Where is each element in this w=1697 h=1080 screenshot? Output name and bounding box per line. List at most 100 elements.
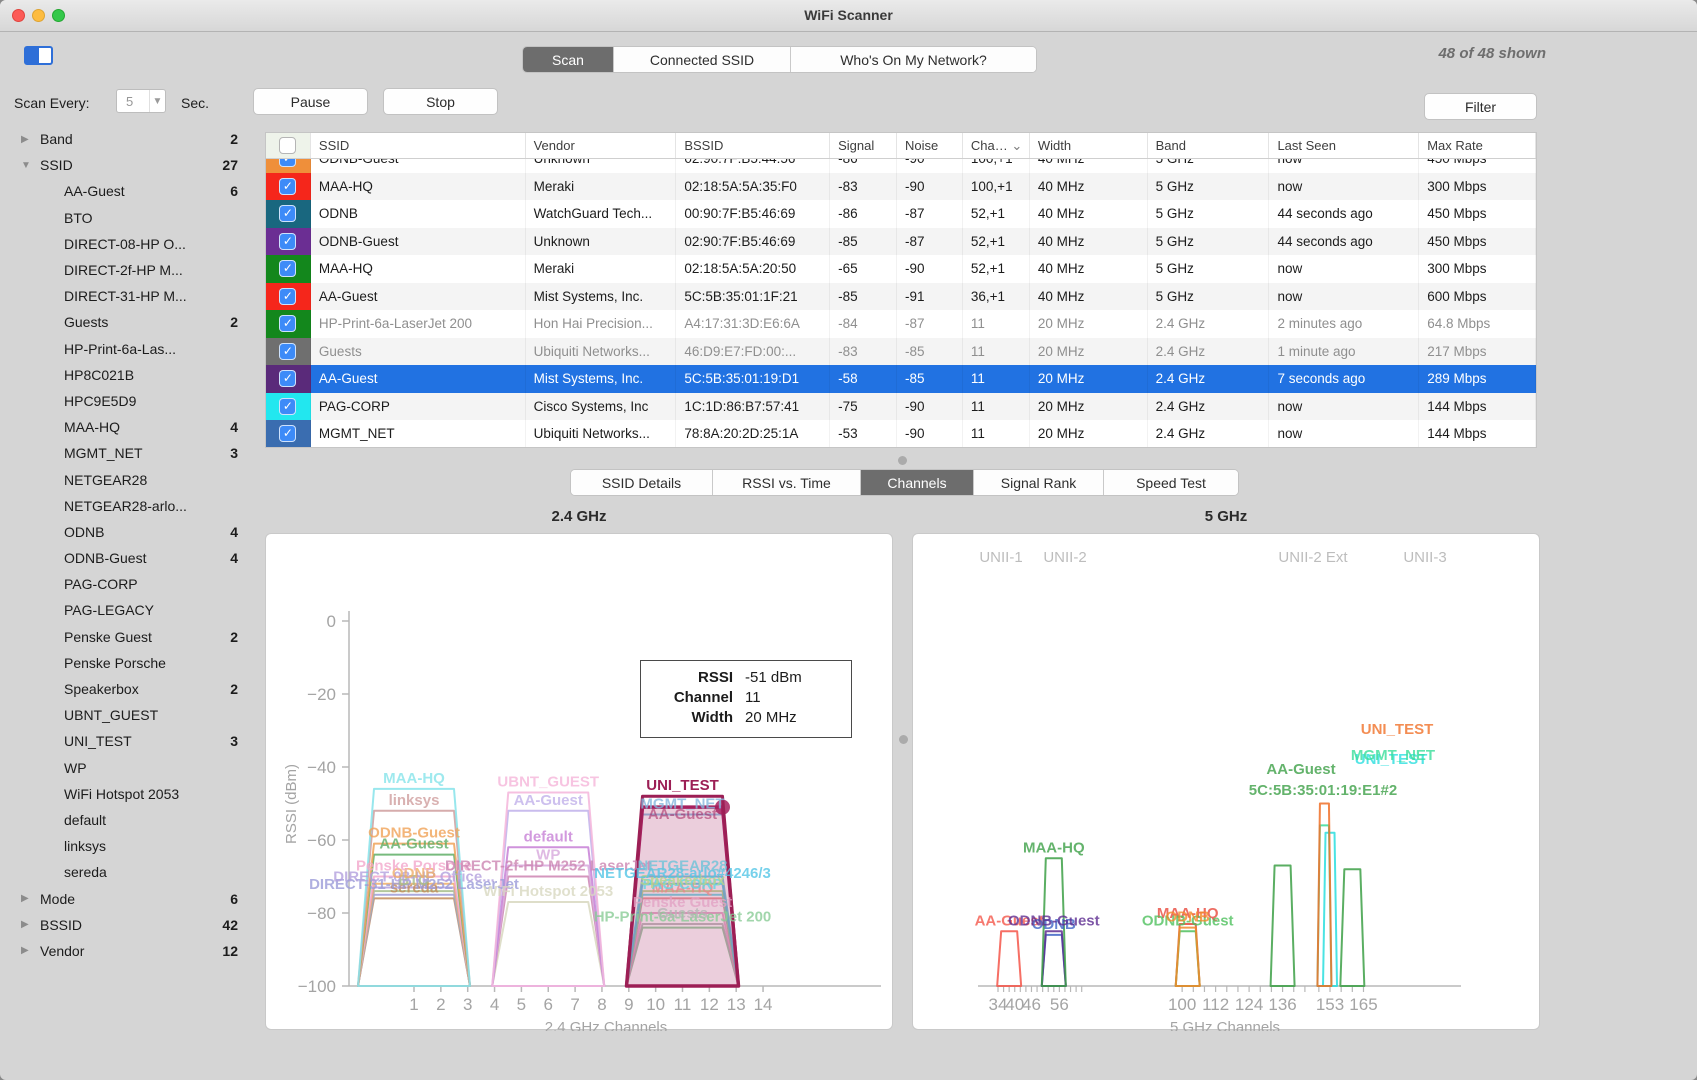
sidebar-item-pag-corp[interactable]: PAG-CORP xyxy=(0,571,262,597)
cell-bssid: 02:18:5A:5A:35:F0 xyxy=(676,172,831,200)
network-shape-bto[interactable] xyxy=(357,890,471,987)
sidebar-item-aa-guest[interactable]: AA-Guest 6 xyxy=(0,178,262,204)
sidebar-item-direct-31-hp-m-[interactable]: DIRECT-31-HP M... xyxy=(0,283,262,309)
detail-tab-signal-rank[interactable]: Signal Rank xyxy=(974,470,1104,495)
detail-tab-ssid-details[interactable]: SSID Details xyxy=(571,470,713,495)
row-checkbox[interactable]: ✓ xyxy=(279,287,297,305)
disclosure-triangle-icon[interactable]: ▶ xyxy=(21,919,33,930)
sidebar-item-band[interactable]: ▶ Band 2 xyxy=(0,126,262,152)
sidebar-item-maa-hq[interactable]: MAA-HQ 4 xyxy=(0,414,262,440)
tab-scan[interactable]: Scan xyxy=(523,47,614,72)
filter-button[interactable]: Filter xyxy=(1424,93,1537,120)
network-shape-aa-guest[interactable] xyxy=(996,930,1023,987)
sidebar-item-penske-guest[interactable]: Penske Guest 2 xyxy=(0,624,262,650)
network-shape-wifi-hotspot-2053[interactable] xyxy=(491,901,606,987)
scan-interval-select[interactable]: 5 ▼ xyxy=(116,89,166,113)
disclosure-triangle-icon[interactable]: ▶ xyxy=(21,134,33,145)
tab-connected-ssid[interactable]: Connected SSID xyxy=(614,47,791,72)
tab-who-s-on-my-network-[interactable]: Who's On My Network? xyxy=(791,47,1036,72)
column-header-vendor[interactable]: Vendor xyxy=(526,133,677,158)
sidebar-item-ubnt-guest[interactable]: UBNT_GUEST xyxy=(0,702,262,728)
sidebar-item-direct-2f-hp-m-[interactable]: DIRECT-2f-HP M... xyxy=(0,257,262,283)
sidebar-item-hp-print-6a-las-[interactable]: HP-Print-6a-Las... xyxy=(0,336,262,362)
table-row[interactable]: ✓ ODNB-GuestUnknown02:90:7F:B5:44:56-86-9… xyxy=(266,159,1536,173)
network-shape-odnb-guest[interactable] xyxy=(1040,930,1067,987)
row-checkbox[interactable]: ✓ xyxy=(279,397,297,415)
row-checkbox[interactable]: ✓ xyxy=(279,370,297,388)
table-row[interactable]: ✓ MGMT_NET Ubiquiti Networks... 78:8A:20:2D… xyxy=(266,420,1536,447)
x-tick-label: 11 xyxy=(674,995,692,1014)
disclosure-triangle-icon[interactable]: ▼ xyxy=(21,160,33,171)
sidebar-item-odnb-guest[interactable]: ODNB-Guest 4 xyxy=(0,545,262,571)
table-row[interactable]: ✓ MAA-HQ Meraki 02:18:5A:5A:20:50 -65 -90 52,+… xyxy=(266,255,1536,283)
table-row[interactable]: ✓ AA-Guest Mist Systems, Inc. 5C:5B:35:01:1… xyxy=(266,282,1536,310)
sidebar-toggle-icon[interactable] xyxy=(24,46,53,65)
sidebar-item-wifi-hotspot-2053[interactable]: WiFi Hotspot 2053 xyxy=(0,781,262,807)
sidebar-item-linksys[interactable]: linksys xyxy=(0,833,262,859)
channels-chart-24ghz[interactable]: 0 −20 −40 −60 −80 −100 RSSI (dBm) 1 2 3 4 5 6 7 8 9 10 11… xyxy=(265,533,893,1036)
network-shape-direct-08-hp-office-[interactable] xyxy=(357,886,471,987)
detail-tab-rssi-vs-time[interactable]: RSSI vs. Time xyxy=(713,470,861,495)
splitter-handle-top[interactable] xyxy=(898,456,907,465)
row-checkbox[interactable]: ✓ xyxy=(279,159,297,168)
row-checkbox[interactable]: ✓ xyxy=(279,342,297,360)
sidebar-item-direct-08-hp-o-[interactable]: DIRECT-08-HP O... xyxy=(0,231,262,257)
column-header-width[interactable]: Width xyxy=(1030,133,1148,158)
sidebar-item-netgear28[interactable]: NETGEAR28 xyxy=(0,466,262,492)
sidebar-item-ssid[interactable]: ▼ SSID 27 xyxy=(0,152,262,178)
column-header-noise[interactable]: Noise xyxy=(897,133,963,158)
select-all-checkbox[interactable] xyxy=(279,137,297,154)
network-shape-aa-guest[interactable] xyxy=(1269,864,1296,987)
network-shape-sereda[interactable] xyxy=(357,897,471,987)
column-header-band[interactable]: Band xyxy=(1148,133,1270,158)
row-checkbox[interactable]: ✓ xyxy=(279,315,297,333)
sidebar-item-sereda[interactable]: sereda xyxy=(0,859,262,885)
column-header-bssid[interactable]: BSSID xyxy=(676,133,831,158)
sidebar-item-wp[interactable]: WP xyxy=(0,755,262,781)
network-shape-odnb[interactable] xyxy=(1174,926,1201,987)
sidebar-item-mode[interactable]: ▶ Mode 6 xyxy=(0,885,262,911)
column-header-signal[interactable]: Signal xyxy=(830,133,897,158)
disclosure-triangle-icon[interactable]: ▶ xyxy=(21,893,33,904)
sidebar-item-guests[interactable]: Guests 2 xyxy=(0,309,262,335)
column-header-last-seen[interactable]: Last Seen xyxy=(1269,133,1420,158)
table-row[interactable]: ✓ ODNB WatchGuard Tech... 00:90:7F:B5:46:69… xyxy=(266,200,1536,228)
row-checkbox[interactable]: ✓ xyxy=(279,260,297,278)
column-header-checkbox[interactable] xyxy=(266,133,311,158)
table-row[interactable]: ✓ PAG-CORP Cisco Systems, Inc 1C:1D:86:B7:5… xyxy=(266,392,1536,420)
sidebar-item-penske-porsche[interactable]: Penske Porsche xyxy=(0,650,262,676)
splitter-handle-charts[interactable] xyxy=(899,735,908,744)
disclosure-triangle-icon[interactable]: ▶ xyxy=(21,945,33,956)
sidebar-item-pag-legacy[interactable]: PAG-LEGACY xyxy=(0,597,262,623)
sidebar-item-mgmt-net[interactable]: MGMT_NET 3 xyxy=(0,440,262,466)
row-checkbox[interactable]: ✓ xyxy=(279,205,297,223)
table-row[interactable]: ✓ ODNB-Guest Unknown 02:90:7F:B5:46:69 -85 -8… xyxy=(266,227,1536,255)
sidebar-item-bssid[interactable]: ▶ BSSID 42 xyxy=(0,912,262,938)
sidebar-item-vendor[interactable]: ▶ Vendor 12 xyxy=(0,938,262,964)
column-header-max-rate[interactable]: Max Rate xyxy=(1419,133,1536,158)
sidebar-item-hp8c021b[interactable]: HP8C021B xyxy=(0,362,262,388)
sidebar-item-speakerbox[interactable]: Speakerbox 2 xyxy=(0,676,262,702)
sidebar-item-odnb[interactable]: ODNB 4 xyxy=(0,519,262,545)
sidebar-item-bto[interactable]: BTO xyxy=(0,205,262,231)
network-shape-direct-31-hp-m252-laserjet[interactable] xyxy=(357,893,471,987)
channels-chart-5ghz[interactable]: UNII-1 UNII-2 UNII-2 Ext UNII-3 34 40 46 56 100 1… xyxy=(912,533,1540,1036)
detail-tab-channels[interactable]: Channels xyxy=(861,470,974,495)
column-header-cha-[interactable]: Cha… ⌄ xyxy=(963,133,1030,158)
table-row[interactable]: ✓ MAA-HQ Meraki 02:18:5A:5A:35:F0 -83 -90 100,… xyxy=(266,172,1536,200)
detail-tab-speed-test[interactable]: Speed Test xyxy=(1104,470,1238,495)
stop-button[interactable]: Stop xyxy=(383,88,498,115)
table-row[interactable]: ✓ Guests Ubiquiti Networks... 46:D9:E7:FD:0… xyxy=(266,337,1536,365)
column-header-ssid[interactable]: SSID xyxy=(311,133,526,158)
sidebar-item-default[interactable]: default xyxy=(0,807,262,833)
pause-button[interactable]: Pause xyxy=(253,88,368,115)
table-row[interactable]: ✓ HP-Print-6a-LaserJet 200 Hon Hai Precisi… xyxy=(266,310,1536,338)
sidebar-item-uni-test[interactable]: UNI_TEST 3 xyxy=(0,728,262,754)
sidebar-item-hpc9e5d9[interactable]: HPC9E5D9 xyxy=(0,388,262,414)
row-checkbox[interactable]: ✓ xyxy=(279,177,297,195)
row-checkbox[interactable]: ✓ xyxy=(279,425,297,443)
row-checkbox[interactable]: ✓ xyxy=(279,232,297,250)
table-row[interactable]: ✓ AA-Guest Mist Systems, Inc. 5C:5B:35:01:1… xyxy=(266,365,1536,393)
sidebar-item-netgear28-arlo-[interactable]: NETGEAR28-arlo... xyxy=(0,493,262,519)
network-shape-aa-guest[interactable] xyxy=(1339,868,1366,987)
